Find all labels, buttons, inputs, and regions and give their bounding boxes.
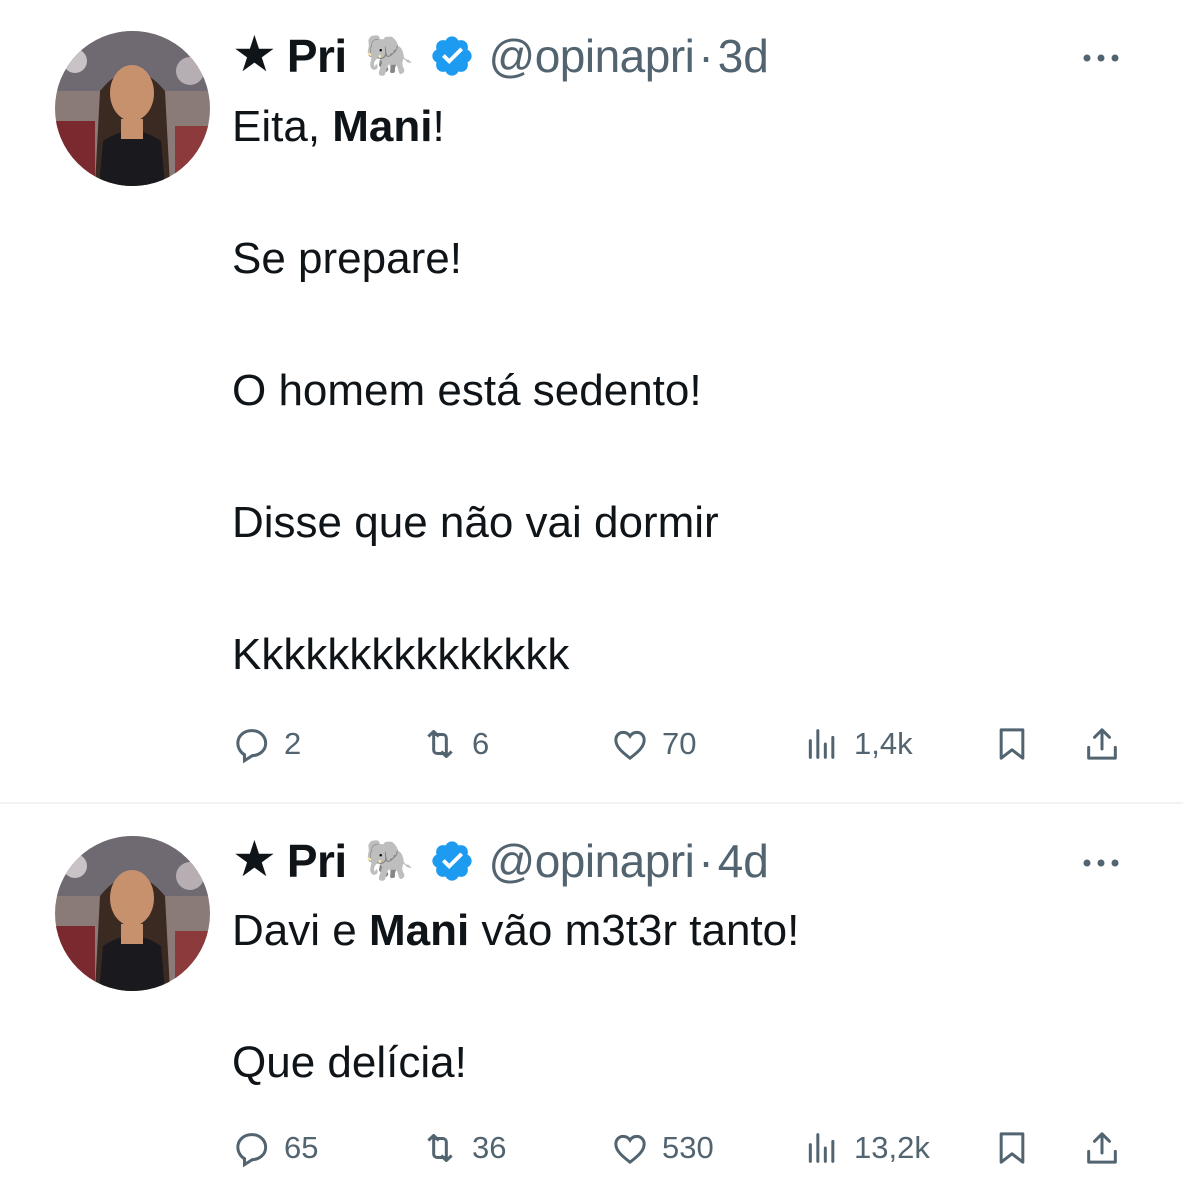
reply-icon: [236, 1133, 268, 1168]
tweet[interactable]: ★ Pri 🐘 @opinapri · 3d Eita, Mani! Se pr…: [0, 0, 1183, 803]
reply-count: 65: [284, 1130, 319, 1165]
tweet-text: Davi e Mani vão m3t3r tanto! Que delícia…: [232, 898, 799, 1096]
text-line: Que delícia!: [232, 1038, 467, 1087]
handle[interactable]: @opinapri: [489, 29, 695, 83]
tweet-text: Eita, Mani! Se prepare! O homem está sed…: [232, 94, 719, 688]
retweet-icon: [427, 1134, 453, 1162]
like-button[interactable]: 530: [610, 1123, 714, 1173]
text-line: Se prepare!: [232, 234, 462, 283]
text-line: Kkkkkkkkkkkkkkk: [232, 630, 570, 679]
display-name[interactable]: Pri: [287, 834, 347, 888]
like-icon: [614, 730, 646, 761]
action-bar: 2 6 70 1,4k: [232, 719, 1127, 769]
retweet-count: 6: [472, 726, 490, 761]
share-button[interactable]: [1082, 1123, 1122, 1173]
avatar[interactable]: [55, 31, 210, 186]
timestamp[interactable]: 4d: [718, 834, 769, 888]
retweet-button[interactable]: 6: [420, 719, 489, 769]
retweet-button[interactable]: 36: [420, 1123, 506, 1173]
verified-icon[interactable]: [429, 838, 475, 884]
text-line: Disse que não vai dormir: [232, 498, 719, 547]
avatar-photo: [55, 31, 210, 186]
action-bar: 65 36 530 13,2k: [232, 1123, 1127, 1173]
share-button[interactable]: [1082, 719, 1122, 769]
handle[interactable]: @opinapri: [489, 834, 695, 888]
like-count: 530: [662, 1130, 714, 1165]
timestamp[interactable]: 3d: [718, 29, 769, 83]
separator-dot: ·: [698, 835, 714, 887]
text-line: O homem está sedento!: [232, 366, 702, 415]
retweet-icon: [427, 730, 453, 758]
view-count: 13,2k: [854, 1130, 930, 1165]
reply-button[interactable]: 65: [232, 1123, 318, 1173]
star-symbol: ★: [232, 831, 277, 887]
tweet-header: ★ Pri 🐘 @opinapri · 4d: [232, 833, 769, 889]
views-icon: [808, 1133, 835, 1163]
star-symbol: ★: [232, 26, 277, 82]
like-icon: [614, 1134, 646, 1165]
reply-count: 2: [284, 726, 302, 761]
tweet-divider: [0, 802, 1183, 804]
text-line: Eita, Mani!: [232, 102, 445, 151]
share-icon: [1087, 1132, 1117, 1164]
views-button[interactable]: 1,4k: [802, 719, 913, 769]
views-icon: [808, 729, 835, 759]
reply-button[interactable]: 2: [232, 719, 301, 769]
more-icon[interactable]: [1081, 857, 1121, 869]
bookmark-button[interactable]: [992, 719, 1032, 769]
display-name[interactable]: Pri: [287, 29, 347, 83]
separator-dot: ·: [698, 30, 714, 82]
elephant-emoji: 🐘: [364, 839, 415, 883]
avatar[interactable]: [55, 836, 210, 991]
bookmark-button[interactable]: [992, 1123, 1032, 1173]
bold-mention: Mani: [368, 906, 470, 955]
like-button[interactable]: 70: [610, 719, 696, 769]
text-line: Davi e Mani vão m3t3r tanto!: [232, 906, 800, 955]
reply-icon: [236, 729, 268, 764]
avatar-photo: [55, 836, 210, 991]
views-button[interactable]: 13,2k: [802, 1123, 930, 1173]
retweet-count: 36: [472, 1130, 507, 1165]
bookmark-icon: [999, 728, 1025, 760]
elephant-emoji: 🐘: [364, 34, 415, 78]
like-count: 70: [662, 726, 697, 761]
verified-icon[interactable]: [429, 33, 475, 79]
share-icon: [1087, 728, 1117, 760]
view-count: 1,4k: [854, 726, 913, 761]
tweet-header: ★ Pri 🐘 @opinapri · 3d: [232, 28, 769, 84]
bookmark-icon: [999, 1132, 1025, 1164]
more-icon[interactable]: [1081, 52, 1121, 64]
bold-mention: Mani: [332, 102, 433, 151]
